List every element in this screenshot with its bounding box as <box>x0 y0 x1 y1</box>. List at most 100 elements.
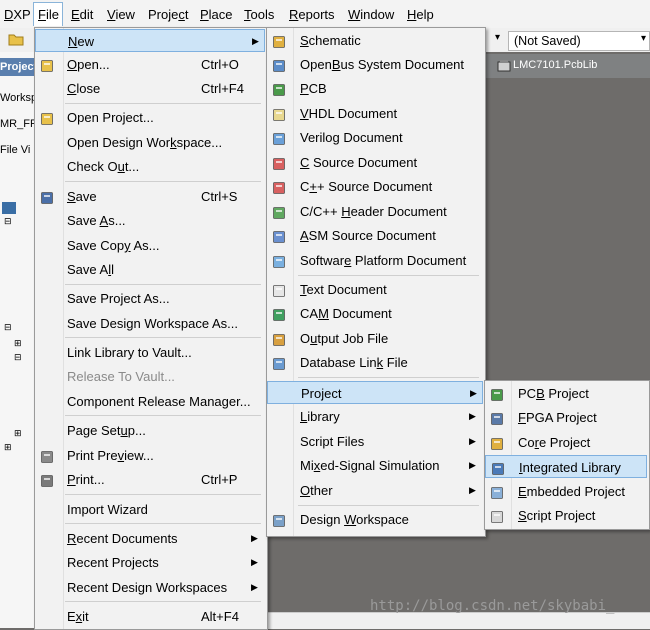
menu-item-script-files[interactable]: Script Files ▶ <box>267 430 483 453</box>
menu-item-fpga-project[interactable]: FPGA Project <box>485 406 647 429</box>
menu-item-verilog-document[interactable]: Verilog Document <box>267 126 483 149</box>
shortcut-label: Ctrl+P <box>201 472 238 487</box>
tree-expand-icon[interactable]: ⊞ <box>4 442 12 453</box>
tree-expand-icon[interactable]: ⊟ <box>4 216 12 227</box>
menu-help[interactable]: Help <box>407 6 434 24</box>
menu-item-link-library-to-vault[interactable]: Link Library to Vault... <box>35 341 265 364</box>
menu-item-script-project[interactable]: Script Project <box>485 504 647 527</box>
chevron-down-icon[interactable]: ▾ <box>641 33 646 44</box>
menu-item-output-job-file[interactable]: Output Job File <box>267 327 483 350</box>
menu-item-c-source-document[interactable]: C Source Document <box>267 151 483 174</box>
menu-item-pcb[interactable]: PCB <box>267 77 483 100</box>
cam-icon <box>272 306 286 321</box>
menu-item-recent-documents[interactable]: Recent Documents ▶ <box>35 527 265 550</box>
menu-item-core-project[interactable]: Core Project <box>485 431 647 454</box>
menu-item-other[interactable]: Other ▶ <box>267 479 483 502</box>
menu-item-software-platform-document[interactable]: Software Platform Document <box>267 249 483 272</box>
menu-item-cam-document[interactable]: CAM Document <box>267 302 483 325</box>
submenu-arrow-icon: ▶ <box>251 582 258 592</box>
menu-item-open[interactable]: Open... Ctrl+O <box>35 53 265 76</box>
menu-item-save[interactable]: Save Ctrl+S <box>35 185 265 208</box>
menu-item-pcb-project[interactable]: PCB Project <box>485 382 647 405</box>
project-label: MR_FP <box>0 118 34 130</box>
tree-expand-icon[interactable]: ⊟ <box>14 352 22 363</box>
menu-item-project[interactable]: Project ▶ <box>267 381 483 404</box>
menu-item-print[interactable]: Print... Ctrl+P <box>35 468 265 491</box>
menu-item-text-document[interactable]: Text Document <box>267 278 483 301</box>
header-icon <box>272 204 286 219</box>
dropdown-arrow-icon[interactable]: ▾ <box>495 32 500 43</box>
menu-item-import-wizard[interactable]: Import Wizard <box>35 498 265 521</box>
menu-item-label: Open... <box>67 57 110 72</box>
menu-item-label: Save As... <box>67 213 126 228</box>
menu-item-recent-projects[interactable]: Recent Projects ▶ <box>35 551 265 574</box>
menu-project[interactable]: Project <box>148 6 188 24</box>
menu-item-label: Script Files <box>300 434 365 449</box>
menu-item-label: Save Project As... <box>67 291 170 306</box>
menu-item-save-project-as[interactable]: Save Project As... <box>35 287 265 310</box>
menu-item-check-out[interactable]: Check Out... <box>35 155 265 178</box>
menu-item-library[interactable]: Library ▶ <box>267 405 483 428</box>
workspace-combo[interactable]: (Not Saved) ▾ <box>508 31 650 51</box>
tree-expand-icon[interactable]: ⊟ <box>4 322 12 333</box>
menu-item-embedded-project[interactable]: Embedded Project <box>485 480 647 503</box>
menu-item-label: Check Out... <box>67 159 140 174</box>
document-tab[interactable]: LMC7101.PcbLib <box>513 59 597 71</box>
menu-item-asm-source-document[interactable]: ASM Source Document <box>267 224 483 247</box>
menu-item-vhdl-document[interactable]: VHDL Document <box>267 102 483 125</box>
menu-item-open-design-workspace[interactable]: Open Design Workspace... <box>35 131 265 154</box>
menu-item-save-all[interactable]: Save All <box>35 258 265 281</box>
menu-item-page-setup[interactable]: Page Setup... <box>35 419 265 442</box>
menu-tools[interactable]: Tools <box>244 6 274 24</box>
menu-separator <box>65 415 261 416</box>
menu-item-label: C++ Source Document <box>300 179 433 194</box>
combo-value: (Not Saved) <box>514 34 581 48</box>
pcb-project-icon <box>490 386 504 401</box>
menu-item-save-copy-as[interactable]: Save Copy As... <box>35 234 265 257</box>
shortcut-label: Ctrl+F4 <box>201 81 244 96</box>
menu-item-component-release-manager[interactable]: Component Release Manager... <box>35 390 265 413</box>
menu-edit[interactable]: Edit <box>71 6 93 24</box>
menu-reports[interactable]: Reports <box>289 6 335 24</box>
menu-view[interactable]: View <box>107 6 135 24</box>
file-view-label[interactable]: File Vi <box>0 144 34 156</box>
menu-item-label: Core Project <box>518 435 591 450</box>
submenu-arrow-icon: ▶ <box>469 460 476 470</box>
menu-item-close[interactable]: Close Ctrl+F4 <box>35 77 265 100</box>
tree-expand-icon[interactable]: ⊞ <box>14 428 22 439</box>
menu-item-c-c-header-document[interactable]: C/C++ Header Document <box>267 200 483 223</box>
menu-separator <box>65 284 261 285</box>
projects-panel: Projects Worksp MR_FP File Vi ⊟ ⊟ ⊞ ⊟ ⊞ … <box>0 52 35 628</box>
menu-item-print-preview[interactable]: Print Preview... <box>35 444 265 467</box>
menu-item-label: Integrated Library <box>519 460 621 475</box>
menu-item-save-design-workspace-as[interactable]: Save Design Workspace As... <box>35 312 265 335</box>
tree-node-icon[interactable] <box>2 202 16 214</box>
menu-item-label: Schematic <box>300 33 361 48</box>
menu-item-recent-design-workspaces[interactable]: Recent Design Workspaces ▶ <box>35 576 265 599</box>
tree-expand-icon[interactable]: ⊞ <box>14 338 22 349</box>
menu-item-database-link-file[interactable]: Database Link File <box>267 351 483 374</box>
menu-item-openbus-system-document[interactable]: OpenBus System Document <box>267 53 483 76</box>
menu-item-schematic[interactable]: Schematic <box>267 29 483 52</box>
submenu-arrow-icon: ▶ <box>470 388 477 398</box>
menu-item-label: Verilog Document <box>300 130 403 145</box>
menu-item-new[interactable]: New ▶ <box>35 29 265 52</box>
menu-window[interactable]: Window <box>348 6 394 24</box>
menu-item-integrated-library[interactable]: Integrated Library <box>485 455 647 478</box>
menu-dxp[interactable]: DXP <box>4 6 31 24</box>
shortcut-label: Ctrl+S <box>201 189 238 204</box>
menu-item-label: Print Preview... <box>67 448 154 463</box>
menu-item-label: Link Library to Vault... <box>67 345 192 360</box>
menu-item-design-workspace[interactable]: Design Workspace <box>267 508 483 531</box>
menu-item-label: Library <box>300 409 340 424</box>
menu-item-save-as[interactable]: Save As... <box>35 209 265 232</box>
menu-item-label: PCB Project <box>518 386 589 401</box>
menu-item-label: Print... <box>67 472 105 487</box>
menu-item-open-project[interactable]: Open Project... <box>35 106 265 129</box>
menu-file[interactable]: File <box>33 2 63 26</box>
menu-item-exit[interactable]: Exit Alt+F4 <box>35 605 265 628</box>
menu-place[interactable]: Place <box>200 6 233 24</box>
menu-item-mixed-signal-simulation[interactable]: Mixed-Signal Simulation ▶ <box>267 454 483 477</box>
menu-item-c-source-document[interactable]: C++ Source Document <box>267 175 483 198</box>
open-folder-icon[interactable] <box>8 32 24 46</box>
